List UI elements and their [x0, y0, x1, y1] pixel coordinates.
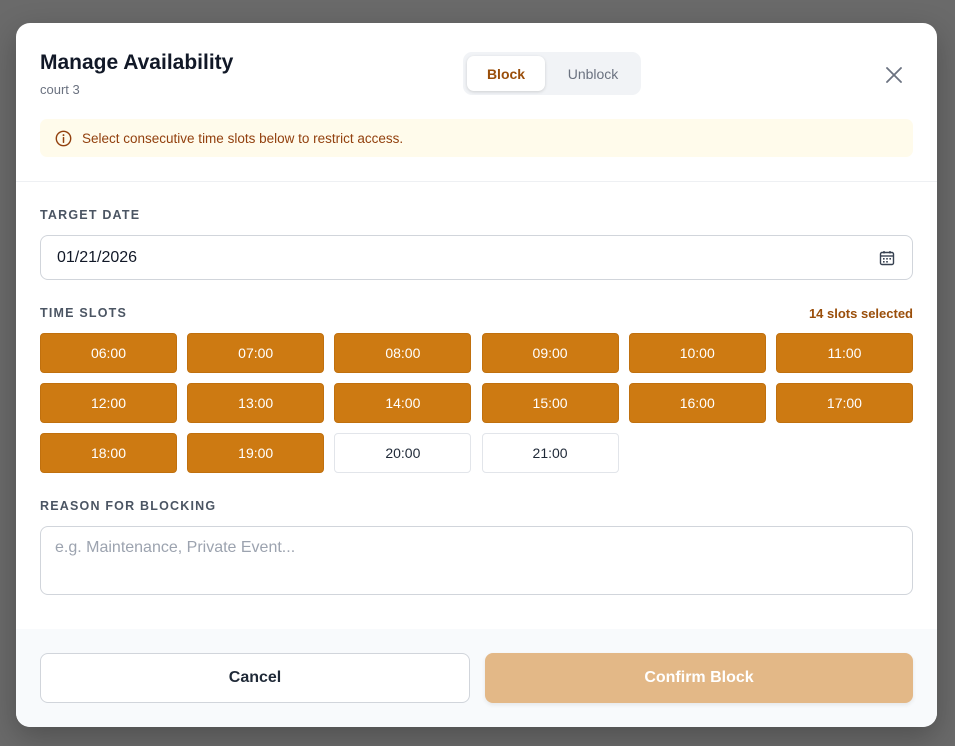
mode-toggle: Block Unblock	[463, 52, 641, 95]
reason-label: REASON FOR BLOCKING	[40, 499, 217, 513]
time-slot-button[interactable]: 13:00	[187, 383, 325, 423]
modal-title: Manage Availability	[40, 51, 234, 74]
time-slot-button[interactable]: 15:00	[481, 383, 619, 423]
close-icon	[886, 67, 902, 83]
target-date-label: TARGET DATE	[40, 208, 141, 222]
time-slot-grid: 06:00 07:00 08:00 09:00 10:00 11:00 12:00 13:00…	[40, 333, 913, 473]
time-slot-button[interactable]: 12:00	[40, 383, 177, 423]
time-slot-button[interactable]: 08:00	[334, 333, 472, 373]
time-slot-button[interactable]: 07:00	[187, 333, 325, 373]
tab-unblock[interactable]: Unblock	[549, 56, 637, 91]
time-slot-button[interactable]: 18:00	[40, 433, 177, 473]
calendar-icon[interactable]	[878, 249, 896, 267]
time-slot-button[interactable]: 10:00	[628, 333, 766, 373]
time-slot-button[interactable]: 17:00	[775, 383, 913, 423]
modal-subtitle: court 3	[40, 82, 80, 97]
reason-input[interactable]	[40, 526, 913, 595]
modal-footer: Cancel Confirm Block	[16, 629, 937, 727]
time-slots-label: TIME SLOTS	[40, 306, 127, 320]
target-date-value: 01/21/2026	[57, 248, 138, 266]
time-slot-button[interactable]: 20:00	[334, 433, 472, 473]
time-slot-button[interactable]: 09:00	[481, 333, 619, 373]
time-slot-button[interactable]: 21:00	[481, 433, 619, 473]
cancel-button[interactable]: Cancel	[40, 653, 470, 703]
close-button[interactable]	[880, 61, 908, 89]
time-slot-button[interactable]: 14:00	[334, 383, 472, 423]
time-slot-button[interactable]: 16:00	[628, 383, 766, 423]
time-slot-button[interactable]: 19:00	[187, 433, 325, 473]
info-notice: Select consecutive time slots below to r…	[40, 119, 913, 157]
time-slot-button[interactable]: 11:00	[775, 333, 913, 373]
time-slot-button[interactable]: 06:00	[40, 333, 177, 373]
info-icon	[55, 130, 72, 146]
target-date-input[interactable]: 01/21/2026	[40, 235, 913, 280]
notice-text: Select consecutive time slots below to r…	[82, 130, 404, 146]
modal-header: Manage Availability court 3 Block Unbloc…	[16, 23, 937, 182]
tab-block[interactable]: Block	[467, 56, 545, 91]
manage-availability-modal: Manage Availability court 3 Block Unbloc…	[16, 23, 937, 727]
confirm-block-button[interactable]: Confirm Block	[485, 653, 913, 703]
slot-count: 14 slots selected	[808, 306, 913, 321]
